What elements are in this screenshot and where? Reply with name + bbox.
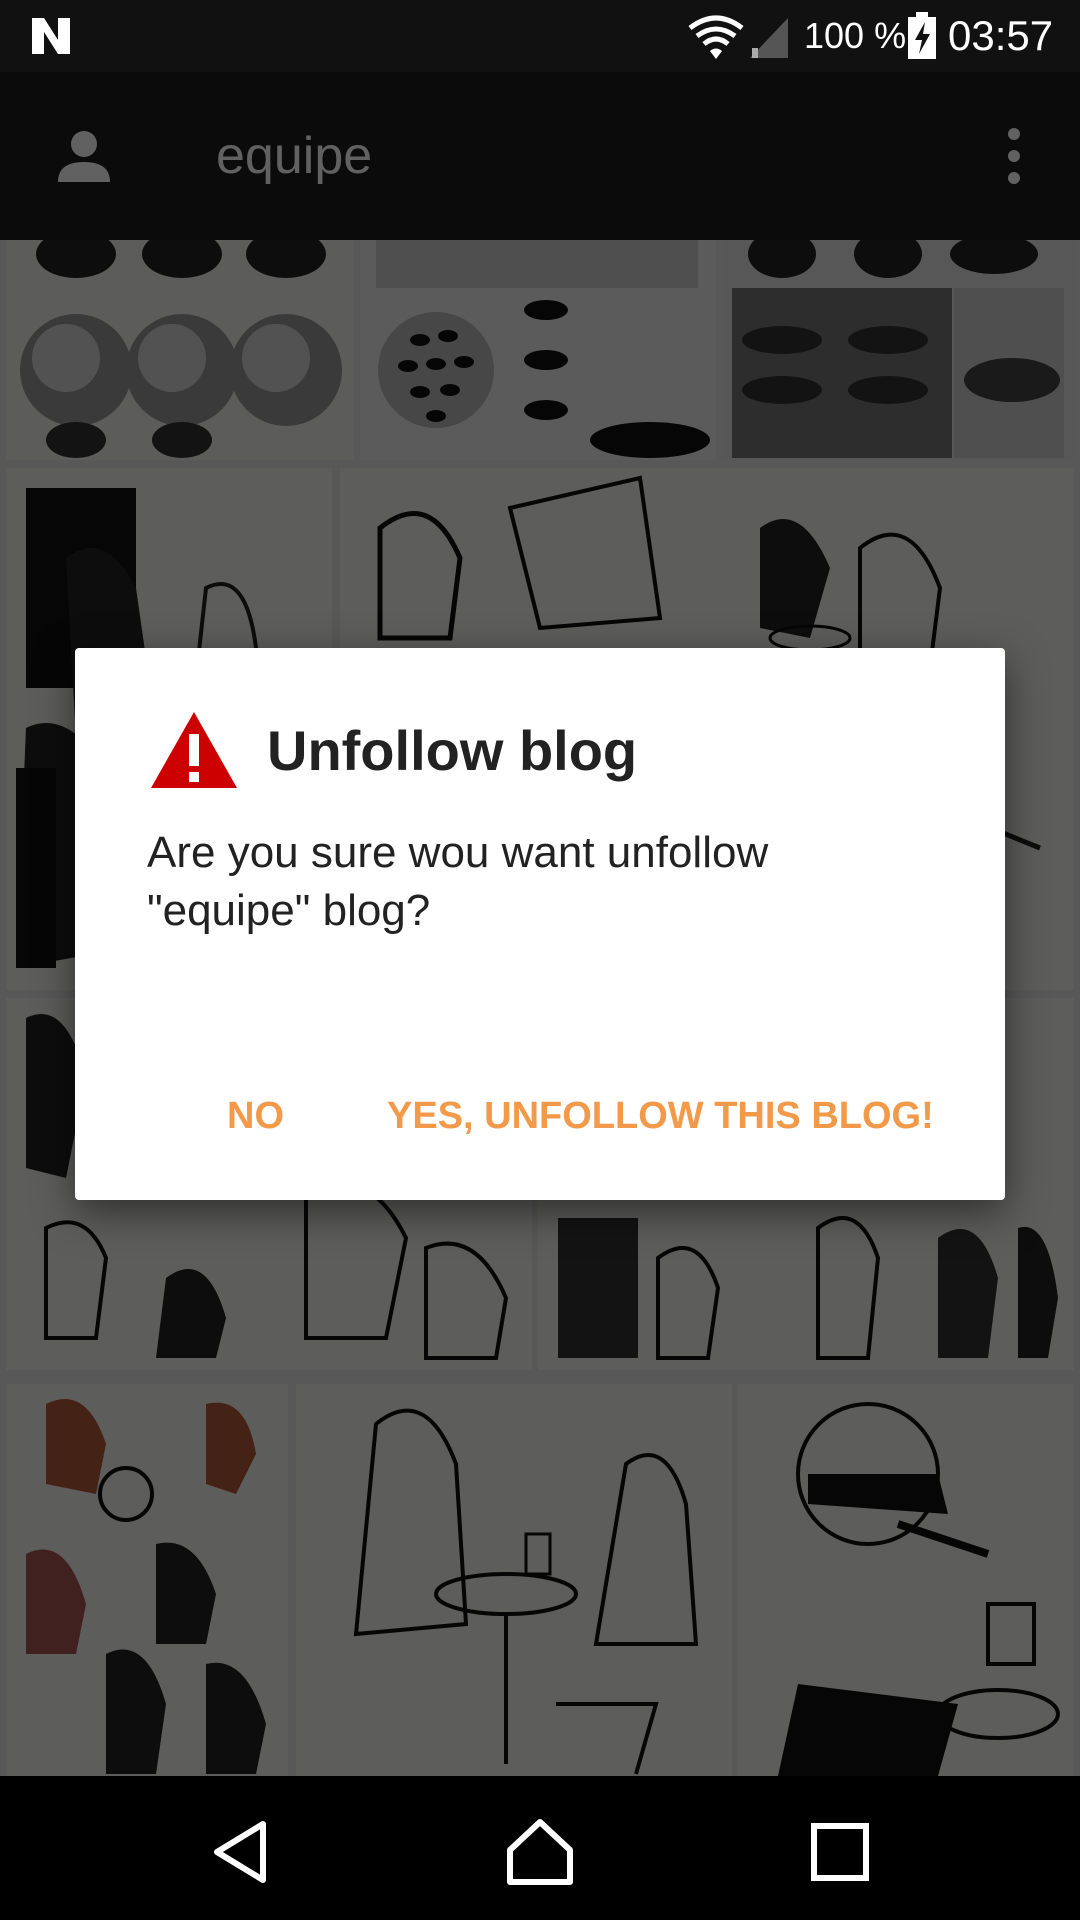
battery-percent: 100 % [804,15,907,56]
status-bar: 100 % 03:57 [0,0,1080,72]
recents-icon[interactable] [804,1816,876,1888]
n-logo-icon [32,18,70,54]
warning-icon [151,712,237,788]
navigation-bar [0,1776,1080,1920]
unfollow-confirm-button[interactable]: YES, UNFOLLOW THIS BLOG! [387,1088,934,1144]
dialog-title: Unfollow blog [267,719,638,782]
back-icon[interactable] [205,1816,277,1888]
home-icon[interactable] [504,1816,576,1888]
wifi-icon [688,15,744,59]
dialog-message: Are you sure wou want unfollow "equipe" … [147,828,769,935]
screen: 100 % 03:57 equipe [0,0,1080,1920]
battery-charging-icon [908,12,936,59]
no-button[interactable]: NO [227,1088,284,1144]
unfollow-dialog: Unfollow blog Are you sure wou want unfo… [75,648,1005,1200]
signal-icon [750,18,788,58]
clock: 03:57 [948,12,1054,59]
